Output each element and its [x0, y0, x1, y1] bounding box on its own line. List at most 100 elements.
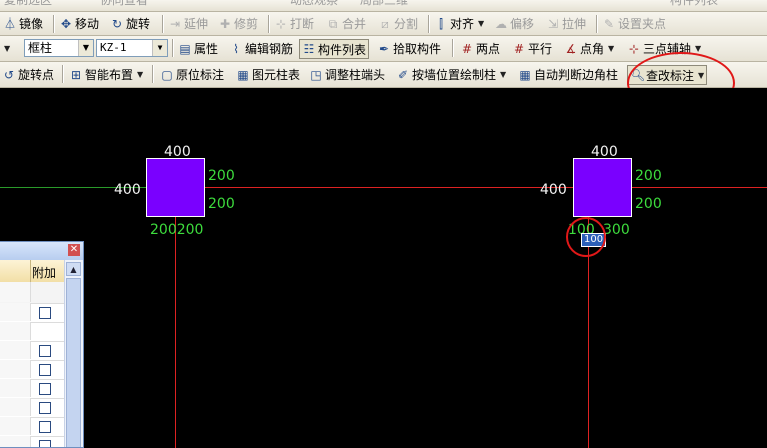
pick-component-button[interactable]: ✒ 拾取构件	[377, 36, 441, 61]
rotate-point-icon: ↺	[3, 67, 15, 82]
column-left[interactable]	[146, 158, 205, 217]
align-icon: ⫿	[439, 16, 443, 31]
close-icon[interactable]: ✕	[68, 244, 80, 256]
point-angle-icon: ∡	[565, 41, 577, 56]
draw-wall-icon: ✐	[397, 67, 409, 82]
dim-right-left: 400	[540, 182, 567, 198]
dim-left-left: 400	[114, 182, 141, 198]
component-type-combo[interactable]: 框柱 ▼	[24, 39, 94, 57]
rebar-icon: ⌇	[233, 41, 239, 56]
chevron-down-icon: ▼	[78, 40, 93, 56]
column-right[interactable]	[573, 158, 632, 217]
chevron-down-icon: ▼	[137, 70, 144, 79]
align-dropdown[interactable]: ⫿ 对齐 ▼	[434, 12, 484, 35]
panel-scrollbar[interactable]: ▲	[64, 260, 83, 447]
attach-checkbox[interactable]	[39, 402, 51, 414]
set-grip-button[interactable]: ✎ 设置夹点	[602, 12, 666, 35]
auto-edge-col-button[interactable]: ▦ 自动判断边角柱	[518, 62, 618, 87]
attach-checkbox[interactable]	[39, 364, 51, 376]
drawing-canvas[interactable]: 400 400 200 200 200200 400 400 200 200 1…	[0, 88, 767, 448]
merge-icon: ⧉	[328, 16, 338, 31]
element-col-table-button[interactable]: ▦ 图元柱表	[236, 62, 300, 87]
dim-right-right-2: 200	[635, 196, 662, 212]
rotate-point-button[interactable]: ↺ 旋转点	[2, 62, 54, 87]
dim-right-right-1: 200	[635, 168, 662, 184]
two-points-button[interactable]: # 两点	[460, 36, 500, 61]
parallel-button[interactable]: # 平行	[512, 36, 552, 61]
offset-icon: ☁	[495, 16, 507, 31]
toolbar-row-hidden: 复制选区 协同查看 动态观察 局部三维 构件列表	[0, 0, 767, 12]
trim-icon: ✚	[219, 16, 231, 31]
attach-checkbox[interactable]	[39, 345, 51, 357]
attach-checkbox[interactable]	[39, 421, 51, 433]
annotation-circle-dim	[566, 217, 606, 257]
break-button[interactable]: ⊹ 打断	[274, 12, 314, 35]
toolbar-hidden-item-0[interactable]: 复制选区	[4, 0, 52, 7]
dim-right-top: 400	[591, 144, 618, 160]
in-place-dim-button[interactable]: ▢ 原位标注	[160, 62, 224, 87]
draw-by-wall-dropdown[interactable]: ✐ 按墙位置绘制柱 ▼	[396, 62, 506, 87]
header-attach: 附加	[32, 266, 57, 280]
component-name-combo[interactable]: KZ-1 ▼	[96, 39, 168, 57]
table-row[interactable]	[0, 436, 64, 447]
table-row[interactable]	[0, 398, 64, 418]
separator	[596, 15, 598, 33]
table-row[interactable]	[0, 341, 64, 361]
split-button[interactable]: ⧄ 分割	[378, 12, 418, 35]
table-row[interactable]	[0, 379, 64, 399]
attach-checkbox[interactable]	[39, 383, 51, 395]
properties-button[interactable]: ▤ 属性	[178, 36, 218, 61]
table-row[interactable]	[0, 417, 64, 437]
component-list-button[interactable]: ☷ 构件列表	[299, 39, 370, 59]
move-button[interactable]: ✥ 移动	[59, 12, 99, 35]
separator	[268, 15, 270, 33]
scroll-thumb[interactable]	[66, 278, 81, 447]
mirror-icon: ⏃	[3, 16, 16, 31]
parallel-icon: #	[513, 41, 525, 56]
adjust-icon: ◳	[310, 67, 322, 82]
panel-title-bar: ✕	[0, 242, 83, 260]
table-row[interactable]	[0, 360, 64, 380]
adjust-col-end-button[interactable]: ◳ 调整柱端头	[309, 62, 385, 87]
pencil-icon: ✎	[603, 16, 615, 31]
offset-button[interactable]: ☁ 偏移	[494, 12, 534, 35]
stretch-icon: ⇲	[547, 16, 559, 31]
table-row[interactable]	[0, 303, 64, 323]
attach-checkbox[interactable]	[39, 440, 51, 447]
toolbar-hidden-item-2[interactable]: 动态观察	[290, 0, 338, 7]
component-list-panel: ✕ 附加 ▲	[0, 241, 84, 448]
chevron-down-icon: ▼	[152, 40, 167, 56]
separator	[152, 65, 154, 83]
point-angle-dropdown[interactable]: ∡ 点角 ▼	[564, 36, 615, 61]
dim-left-bottom: 200200	[150, 222, 204, 238]
merge-button[interactable]: ⧉ 合并	[326, 12, 366, 35]
table-row[interactable]	[0, 322, 64, 342]
chevron-down-icon: ▼	[608, 44, 615, 53]
dim-left-top: 400	[164, 144, 191, 160]
trim-button[interactable]: ✚ 修剪	[218, 12, 258, 35]
edit-rebar-button[interactable]: ⌇ 编辑钢筋	[229, 36, 293, 61]
stretch-button[interactable]: ⇲ 拉伸	[546, 12, 586, 35]
break-icon: ⊹	[275, 16, 287, 31]
scroll-up-icon[interactable]: ▲	[66, 262, 81, 276]
mirror-button[interactable]: ⏃ 镜像	[3, 12, 43, 35]
rotate-icon: ↻	[111, 16, 123, 31]
attach-checkbox[interactable]	[39, 307, 51, 319]
split-icon: ⧄	[381, 16, 389, 31]
chevron-down-icon[interactable]: ▼	[2, 36, 10, 61]
separator	[452, 39, 454, 57]
toolbar-hidden-item-3[interactable]: 局部三维	[360, 0, 408, 7]
extend-icon: ⇥	[169, 16, 181, 31]
toolbar-hidden-item-1[interactable]: 协同查看	[100, 0, 148, 7]
dim-right-bottom-right: 300	[603, 222, 630, 238]
smart-layout-dropdown[interactable]: ⊞ 智能布置 ▼	[69, 62, 143, 87]
dim-left-right-1: 200	[208, 168, 235, 184]
separator	[172, 39, 174, 57]
rotate-button[interactable]: ↻ 旋转	[110, 12, 150, 35]
dim-left-right-2: 200	[208, 196, 235, 212]
extend-button[interactable]: ⇥ 延伸	[168, 12, 208, 35]
table-row	[0, 282, 64, 304]
properties-icon: ▤	[179, 41, 191, 56]
toolbar-hidden-item-7[interactable]: 构件列表	[670, 0, 718, 7]
move-icon: ✥	[60, 16, 72, 31]
